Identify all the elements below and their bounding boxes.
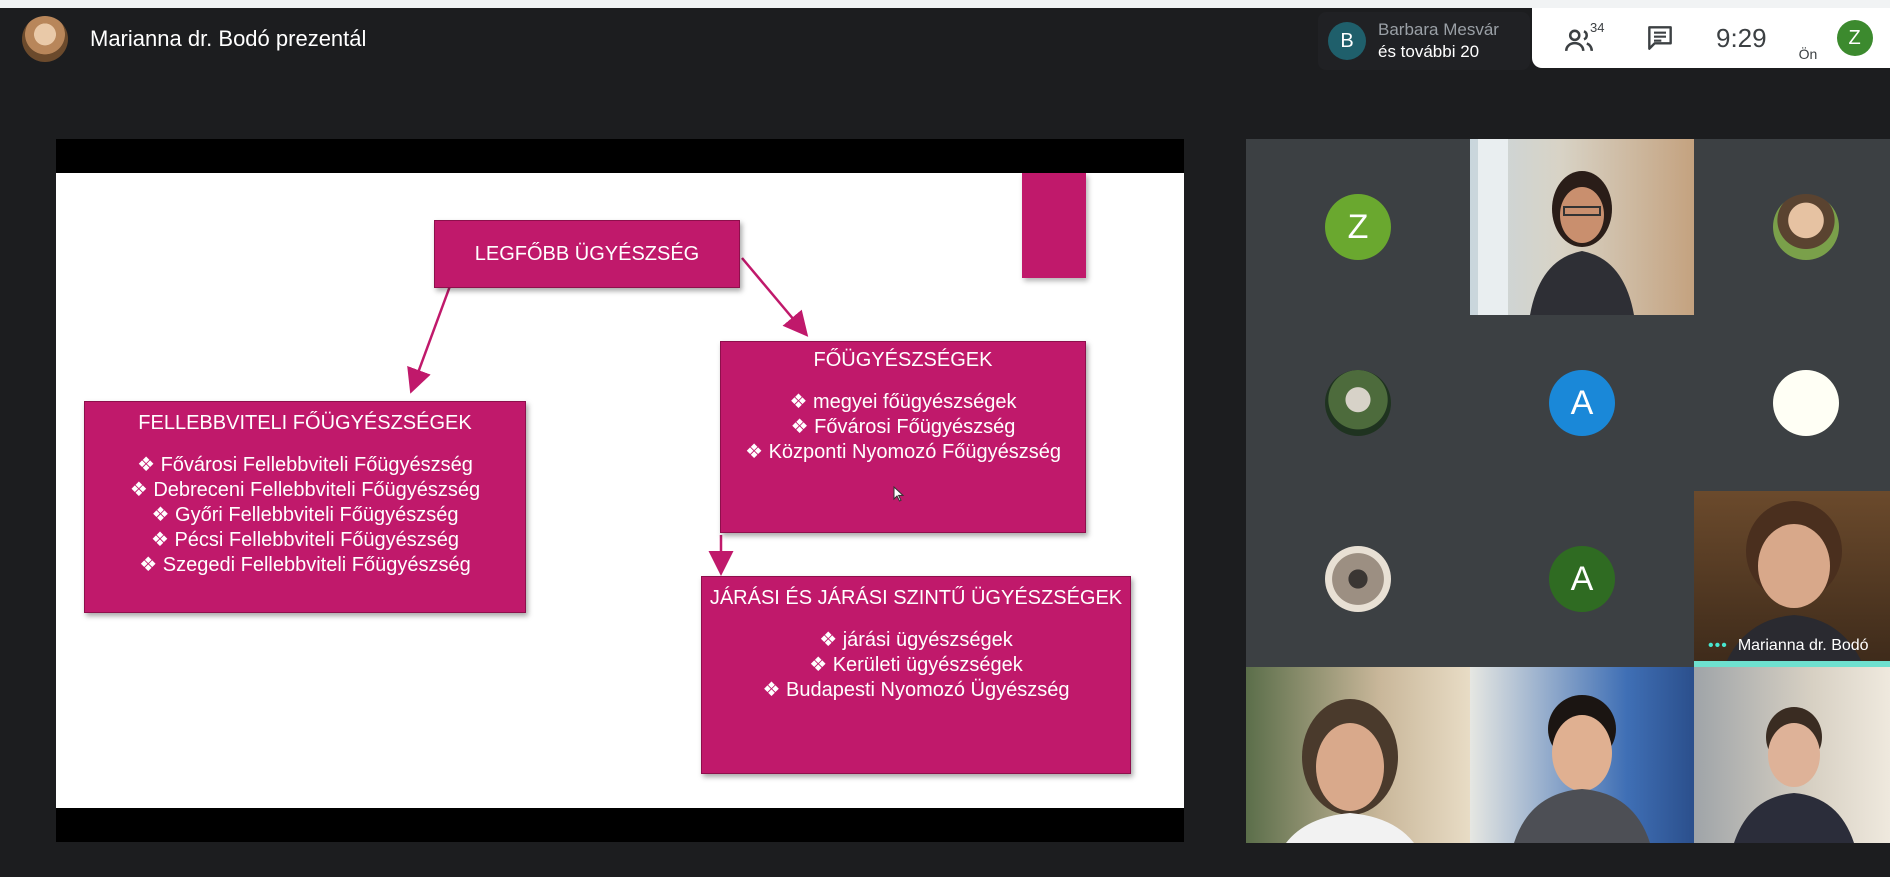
contributors-text: Barbara Mesvár és további 20 — [1378, 19, 1499, 63]
list-item: járási ügyészségek — [702, 628, 1130, 653]
list-item: Szegedi Fellebbviteli Főügyészség — [85, 553, 525, 578]
participant-tile[interactable] — [1246, 491, 1470, 667]
contributors-more: és további 20 — [1378, 42, 1480, 61]
bullet-list: járási ügyészségek Kerületi ügyészségek … — [702, 628, 1130, 703]
participant-tile[interactable] — [1246, 315, 1470, 491]
box-chief-prosecutions: FŐÜGYÉSZSÉGEK megyei főügyészségek Fővár… — [720, 341, 1086, 533]
list-item: Központi Nyomozó Főügyészség — [721, 440, 1085, 465]
contributor-name: Barbara Mesvár — [1378, 20, 1499, 39]
participant-avatar-photo — [1325, 370, 1391, 436]
decorative-rectangle — [1022, 173, 1086, 278]
participant-video[interactable] — [1470, 139, 1694, 315]
presenter-avatar — [22, 16, 68, 62]
list-item: Győri Fellebbviteli Főügyészség — [85, 503, 525, 528]
box-supreme-prosecution: LEGFŐBB ÜGYÉSZSÉG — [434, 220, 740, 288]
participant-avatar: A — [1549, 546, 1615, 612]
participant-tile[interactable] — [1694, 139, 1890, 315]
arrow-to-chief — [741, 257, 809, 337]
participant-tile[interactable]: A — [1470, 315, 1694, 491]
participant-video[interactable] — [1246, 667, 1470, 843]
list-item: megyei főügyészségek — [721, 390, 1085, 415]
browser-top-strip — [0, 0, 1890, 8]
participant-tile[interactable] — [1694, 315, 1890, 491]
speaking-indicator-icon: ••• — [1708, 637, 1728, 654]
participant-avatar-photo — [1773, 194, 1839, 260]
participant-silhouette-icon — [1514, 695, 1650, 843]
participant-avatar: A — [1549, 370, 1615, 436]
list-item: Debreceni Fellebbviteli Főügyészség — [85, 478, 525, 503]
speaker-name: Marianna dr. Bodó — [1737, 637, 1869, 654]
contributor-avatar: B — [1328, 22, 1366, 60]
bullet-list: megyei főügyészségek Fővárosi Főügyészsé… — [721, 390, 1085, 465]
self-indicator[interactable]: Ön Z — [1797, 8, 1873, 68]
chat-icon — [1648, 26, 1672, 50]
meeting-clock: 9:29 — [1716, 22, 1767, 53]
list-item: Fővárosi Főügyészség — [721, 415, 1085, 440]
chat-button[interactable] — [1644, 22, 1676, 54]
participant-video-speaking[interactable]: ••• Marianna dr. Bodó — [1694, 491, 1890, 667]
box-appellate-prosecutions: FELLEBBVITELI FŐÜGYÉSZSÉGEK Fővárosi Fel… — [84, 401, 526, 613]
participant-video[interactable] — [1470, 667, 1694, 843]
self-label: Ön — [1798, 46, 1818, 62]
presenter-bar: Marianna dr. Bodó prezentál — [22, 16, 366, 62]
participant-video[interactable] — [1694, 667, 1890, 843]
participants-button[interactable]: 34 — [1562, 18, 1605, 58]
presenter-label: Marianna dr. Bodó prezentál — [90, 26, 367, 51]
presentation-frame: LEGFŐBB ÜGYÉSZSÉG FELLEBBVITELI FŐÜGYÉSZ… — [56, 139, 1184, 842]
participant-silhouette-icon — [1734, 707, 1854, 843]
list-item: Kerületi ügyészségek — [702, 653, 1130, 678]
participant-avatar: Z — [1325, 194, 1391, 260]
list-item: Budapesti Nyomozó Ügyészség — [702, 678, 1130, 703]
box-title: FŐÜGYÉSZSÉGEK — [813, 349, 993, 371]
participant-silhouette-icon — [1286, 699, 1414, 843]
presentation-slide: LEGFŐBB ÜGYÉSZSÉG FELLEBBVITELI FŐÜGYÉSZ… — [56, 173, 1184, 808]
participant-silhouette-icon — [1478, 139, 1634, 315]
participant-tile[interactable]: A — [1470, 491, 1694, 667]
box-title: LEGFŐBB ÜGYÉSZSÉG — [474, 242, 700, 265]
box-district-prosecutions: JÁRÁSI ÉS JÁRÁSI SZINTŰ ÜGYÉSZSÉGEK járá… — [701, 576, 1131, 774]
list-item: Pécsi Fellebbviteli Főügyészség — [85, 528, 525, 553]
list-item: Fővárosi Fellebbviteli Főügyészség — [85, 453, 525, 478]
meeting-controls: 34 9:29 Ön Z — [1532, 8, 1890, 68]
box-title: FELLEBBVITELI FŐÜGYÉSZSÉGEK — [138, 412, 472, 434]
bullet-list: Fővárosi Fellebbviteli Főügyészség Debre… — [85, 453, 525, 578]
box-title: JÁRÁSI ÉS JÁRÁSI SZINTŰ ÜGYÉSZSÉGEK — [709, 587, 1123, 609]
participant-avatar-photo — [1325, 546, 1391, 612]
participant-tile[interactable]: Z — [1246, 139, 1470, 315]
mouse-cursor-icon — [893, 486, 905, 502]
self-avatar: Z — [1836, 20, 1873, 56]
active-contributors[interactable]: B Barbara Mesvár és további 20 — [1318, 12, 1530, 70]
participant-avatar-blank — [1773, 370, 1839, 436]
participant-count: 34 — [1590, 20, 1605, 35]
arrow-to-appellate — [407, 285, 452, 394]
speaker-name-tag: ••• Marianna dr. Bodó — [1708, 637, 1869, 655]
